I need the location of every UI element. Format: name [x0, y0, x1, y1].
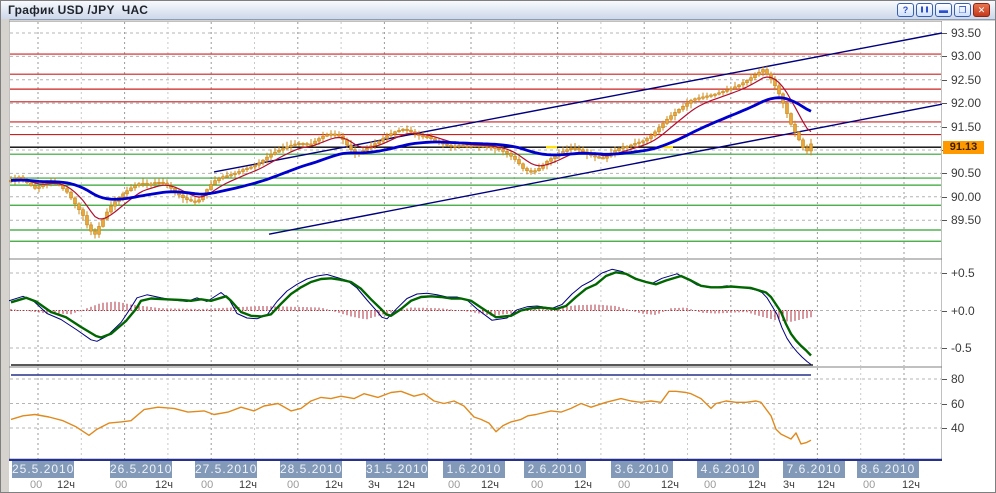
rsi-axis-label: 60	[951, 397, 964, 411]
date-badge: 2.6.2010	[524, 461, 586, 478]
macd-axis-label: +0.5	[951, 266, 975, 280]
time-label: 3ч	[368, 479, 380, 491]
axis-tick	[942, 220, 947, 221]
macd-axis-label: -0.5	[951, 341, 972, 355]
date-badge: 8.6.2010	[857, 461, 919, 478]
time-label: 00	[618, 479, 630, 491]
time-label: 12ч	[817, 479, 835, 491]
price-axis-label: 92.00	[951, 96, 981, 110]
price-axis-label: 91.50	[951, 120, 981, 134]
time-label: 12ч	[661, 479, 679, 491]
time-label: 12ч	[57, 479, 75, 491]
help-button[interactable]: ?	[897, 3, 914, 17]
price-axis	[942, 21, 996, 460]
window-title: График USD /JPY ЧАС	[8, 3, 148, 17]
axis-tick	[942, 428, 947, 429]
price-axis-label: 93.00	[951, 49, 981, 63]
macd-pane-canvas[interactable]	[9, 259, 942, 367]
time-label: 12ч	[325, 479, 343, 491]
time-label: 00	[863, 479, 875, 491]
chart-window: График USD /JPY ЧАС ?❚❚▬❐✕ Exponential_M…	[0, 0, 996, 493]
axis-tick	[942, 311, 947, 312]
time-label: 00	[531, 479, 543, 491]
rsi-axis-label: 80	[951, 372, 964, 386]
axis-tick	[942, 103, 947, 104]
date-badge: 7.6.2010	[783, 461, 845, 478]
price-axis-label: 89.50	[951, 213, 981, 227]
date-badge: 3.6.2010	[611, 461, 673, 478]
time-label: 3ч	[783, 479, 795, 491]
axis-tick	[942, 56, 947, 57]
time-label: 12ч	[155, 479, 173, 491]
macd-axis-label: +0.0	[951, 304, 975, 318]
time-label: 12ч	[574, 479, 592, 491]
axis-tick	[942, 273, 947, 274]
date-badge: 4.6.2010	[697, 461, 759, 478]
axis-tick	[942, 127, 947, 128]
axis-tick	[942, 197, 947, 198]
axis-tick	[942, 173, 947, 174]
window-buttons: ?❚❚▬❐✕	[897, 3, 990, 17]
time-label: 12ч	[397, 479, 415, 491]
date-badge: 31.5.2010	[366, 461, 428, 478]
date-badge: 25.5.2010	[12, 461, 74, 478]
date-badge: 26.5.2010	[110, 461, 172, 478]
title-bar[interactable]: График USD /JPY ЧАС ?❚❚▬❐✕	[1, 1, 995, 20]
price-axis-label: 92.50	[951, 73, 981, 87]
date-badge: 28.5.2010	[280, 461, 342, 478]
date-badge: 1.6.2010	[443, 461, 505, 478]
close-button[interactable]: ✕	[973, 3, 990, 17]
time-label: 00	[115, 479, 127, 491]
axis-tick	[942, 33, 947, 34]
axis-tick	[942, 404, 947, 405]
minimize-button[interactable]: ▬	[935, 3, 952, 17]
price-axis-label: 90.50	[951, 166, 981, 180]
date-badge: 27.5.2010	[195, 461, 257, 478]
time-label: 00	[704, 479, 716, 491]
time-label: 00	[287, 479, 299, 491]
rsi-axis-label: 40	[951, 421, 964, 435]
price-axis-label: 93.50	[951, 26, 981, 40]
axis-tick	[942, 80, 947, 81]
time-label: 12ч	[481, 479, 499, 491]
time-label: 00	[30, 479, 42, 491]
axis-tick	[942, 348, 947, 349]
current-price-badge: 91.13	[943, 141, 984, 154]
price-pane-canvas[interactable]	[9, 21, 942, 259]
time-label: 00	[448, 479, 460, 491]
time-label: 12ч	[902, 479, 920, 491]
restore-button[interactable]: ❐	[954, 3, 971, 17]
time-label: 00	[201, 479, 213, 491]
axis-tick	[942, 379, 947, 380]
price-axis-label: 90.00	[951, 190, 981, 204]
time-label: 12ч	[748, 479, 766, 491]
time-label: 12ч	[239, 479, 257, 491]
rsi-pane-canvas[interactable]	[9, 367, 942, 460]
pause-button[interactable]: ❚❚	[916, 3, 933, 17]
